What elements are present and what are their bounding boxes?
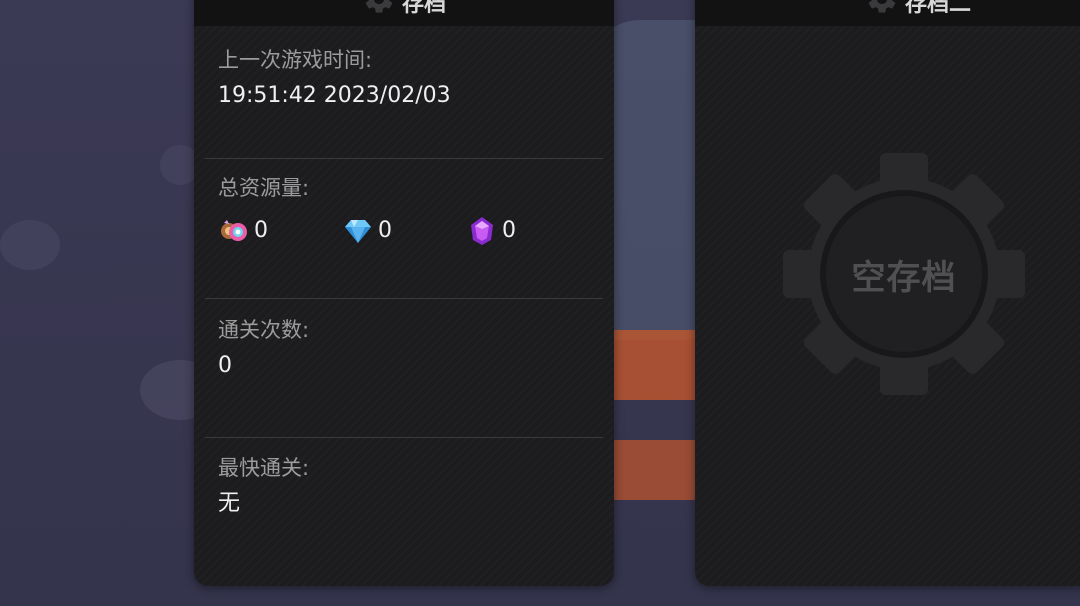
resource-purple-crystal: 0 (466, 215, 590, 247)
divider (205, 437, 603, 438)
resources-section: 总资源量: 0 0 0 (218, 178, 590, 247)
last-played-value: 19:51:42 2023/02/03 (218, 83, 451, 108)
save-slot-two-title: 存档二 (905, 0, 972, 17)
clears-section: 通关次数: 0 (218, 320, 590, 377)
save-slot-two-header: 存档二 (695, 0, 1080, 26)
gear-icon (868, 0, 896, 13)
resources-label: 总资源量: (218, 176, 310, 200)
blue-gem-icon (345, 220, 371, 243)
clears-label: 通关次数: (218, 318, 310, 342)
save-slot-one-title: 存档 (401, 0, 447, 17)
save-slot-one-header: 存档 (194, 0, 614, 26)
fastest-clear-label: 最快通关: (218, 456, 310, 480)
divider (205, 298, 603, 299)
last-played-section: 上一次游戏时间: 19:51:42 2023/02/03 (218, 50, 590, 107)
fastest-clear-value: 无 (218, 491, 241, 516)
clears-value: 0 (218, 353, 232, 378)
fastest-clear-section: 最快通关: 无 (218, 458, 590, 515)
empty-save-label: 空存档 (851, 257, 957, 298)
purple-crystal-icon (471, 217, 493, 245)
save-slot-one-panel[interactable]: 存档 上一次游戏时间: 19:51:42 2023/02/03 总资源量: 0 (194, 0, 614, 586)
candy-icon (221, 220, 247, 241)
candy-count: 0 (254, 218, 268, 243)
divider (205, 158, 603, 159)
purple-crystal-count: 0 (502, 218, 516, 243)
blue-gem-count: 0 (378, 218, 392, 243)
resource-candy: 0 (218, 215, 342, 247)
resource-blue-gem: 0 (342, 215, 466, 247)
last-played-label: 上一次游戏时间: (218, 48, 373, 72)
save-slot-two-panel[interactable]: 存档二 空存档 (695, 0, 1080, 586)
gear-icon (365, 0, 393, 13)
resource-list: 0 0 0 (218, 215, 590, 247)
